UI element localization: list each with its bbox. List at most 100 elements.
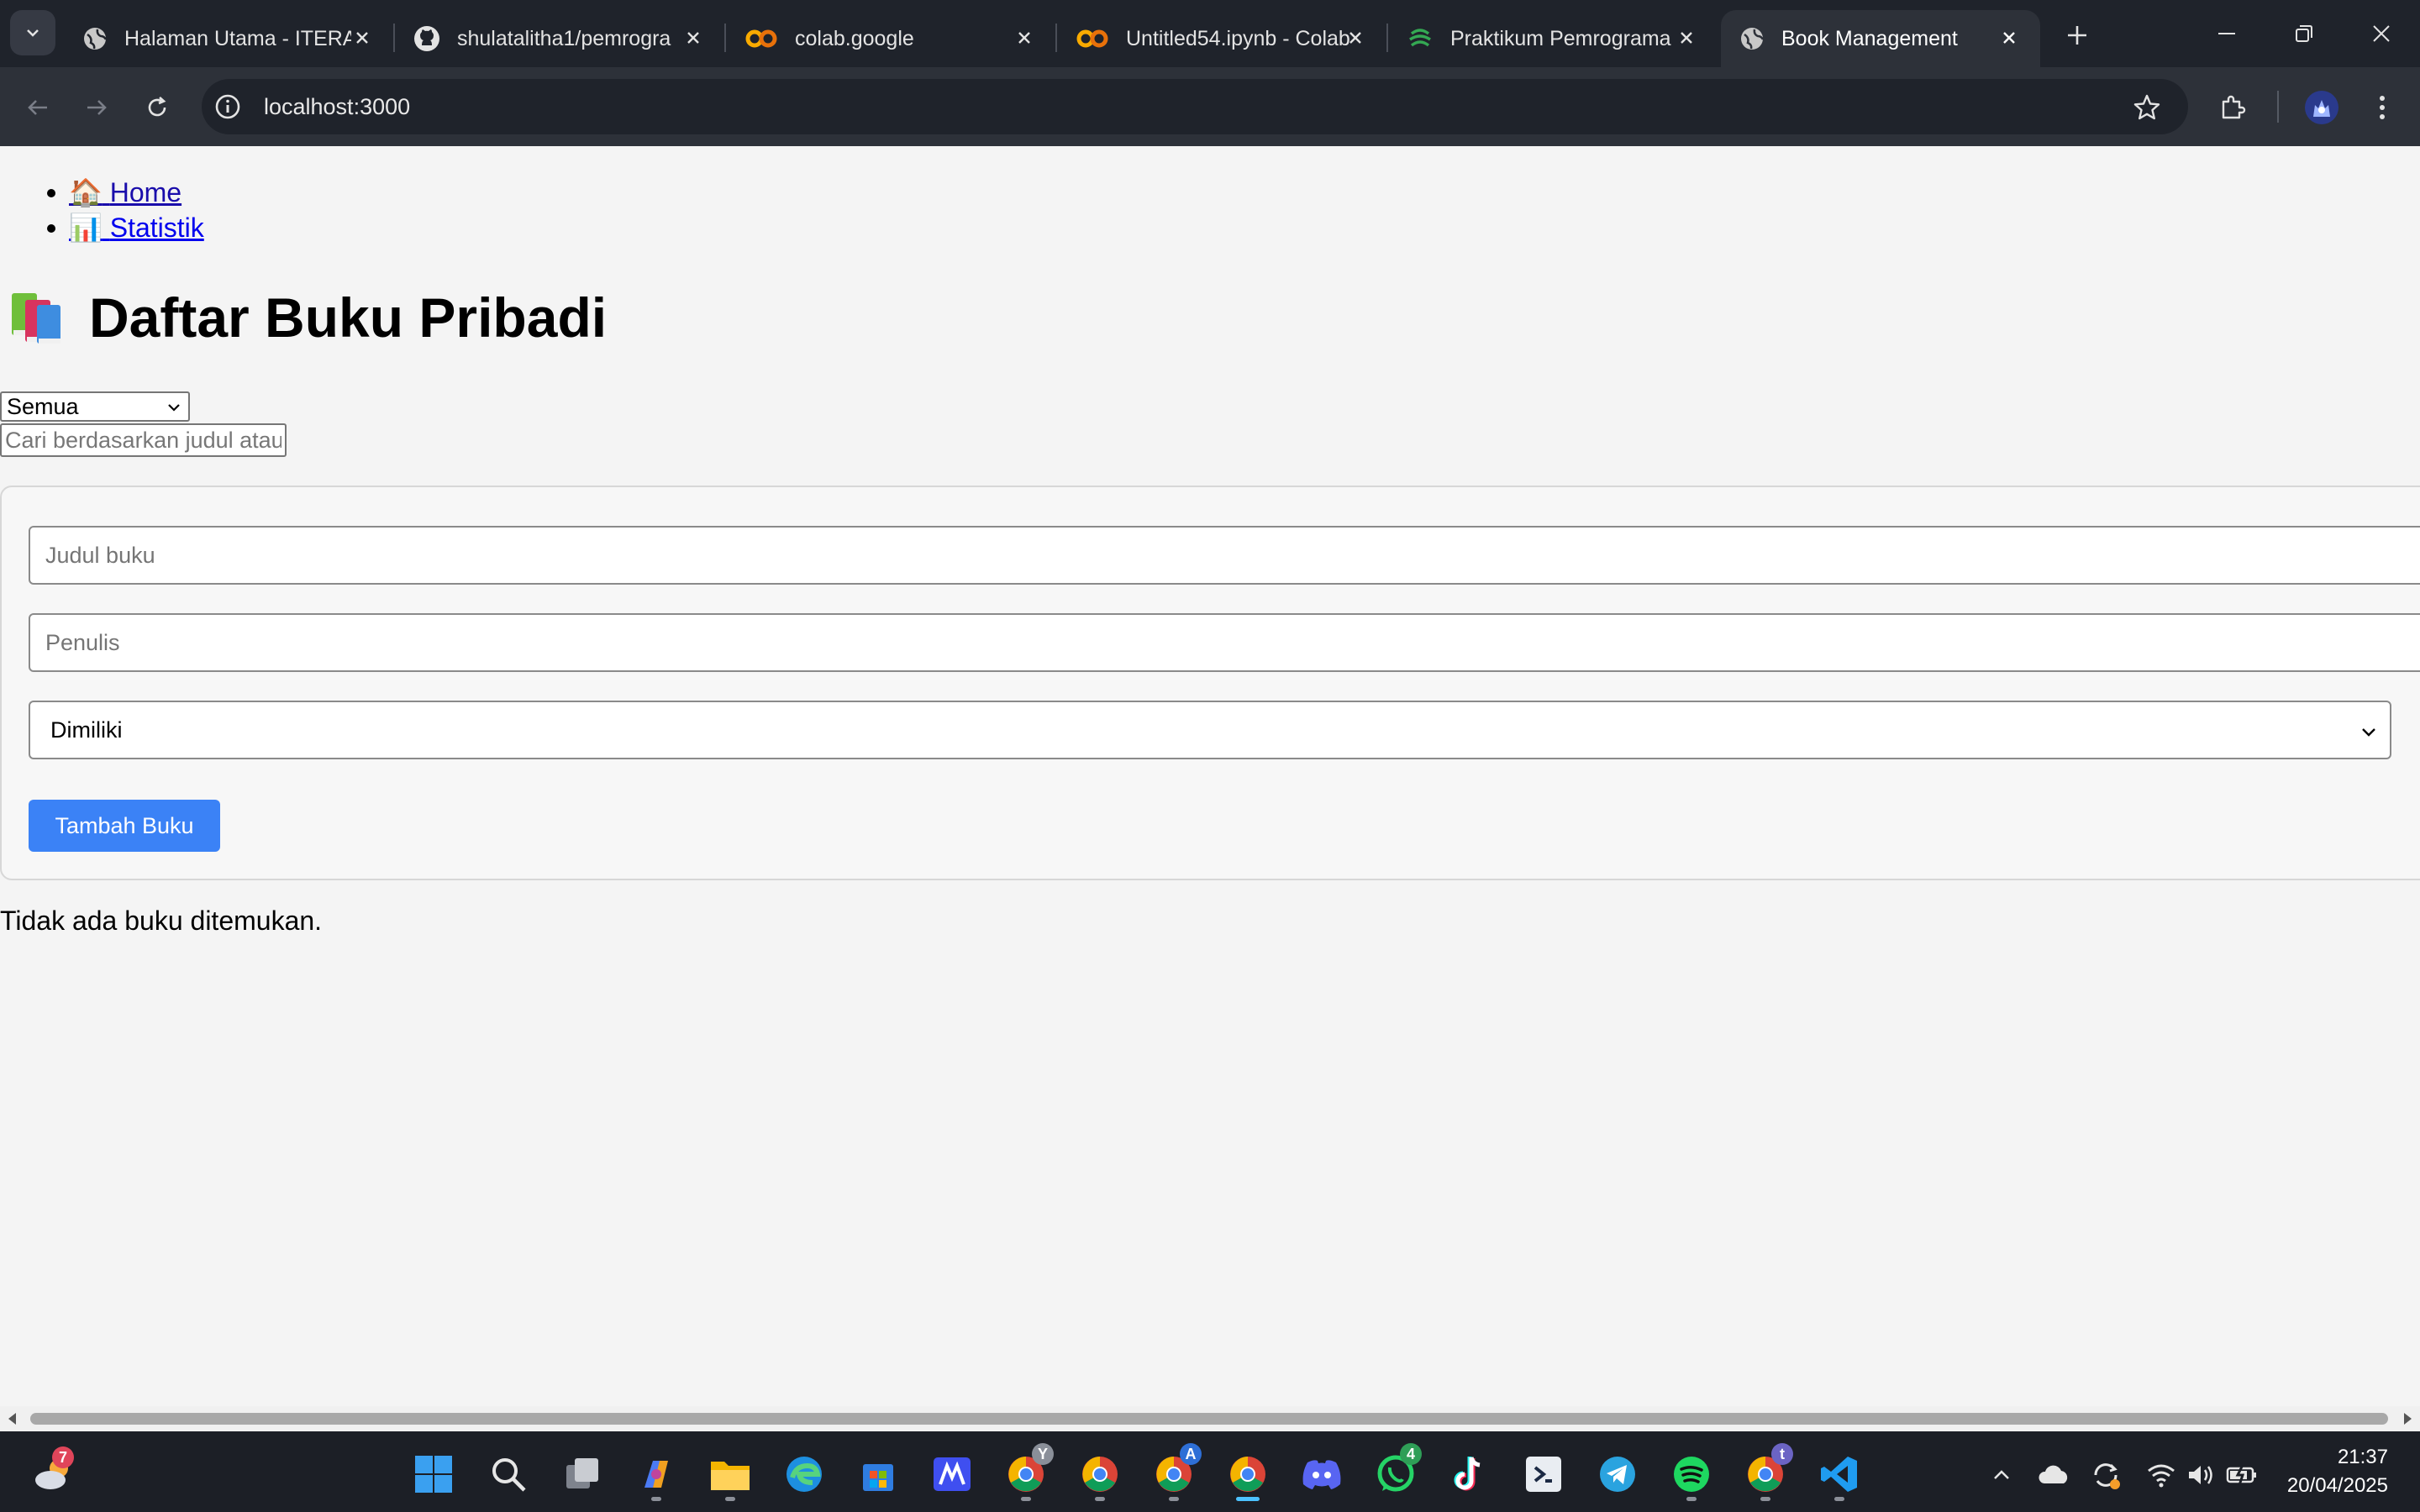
file-explorer-app[interactable] — [708, 1452, 753, 1497]
search-icon — [492, 1458, 526, 1492]
status-filter-select[interactable]: Semua — [0, 391, 190, 422]
close-tab-icon[interactable] — [1674, 25, 1699, 50]
telegram-app[interactable] — [1595, 1452, 1640, 1497]
chrome-icon — [1230, 1457, 1265, 1492]
add-book-button[interactable]: Tambah Buku — [29, 800, 220, 852]
close-tab-icon[interactable] — [1012, 25, 1037, 50]
page-title: Daftar Buku Pribadi — [89, 286, 608, 349]
chart-icon: 📊 — [69, 213, 103, 243]
running-indicator — [1169, 1497, 1179, 1501]
new-tab-button[interactable] — [2057, 15, 2097, 55]
browser-tab-5[interactable]: Praktikum Pemrograma — [1388, 10, 1718, 67]
wifi-tray[interactable] — [2144, 1458, 2178, 1492]
close-window-button[interactable] — [2348, 8, 2415, 59]
ownership-status-select[interactable]: Dimiliki — [29, 701, 2391, 759]
close-tab-icon[interactable] — [1996, 25, 2022, 50]
edge-icon — [786, 1457, 822, 1492]
reload-button[interactable] — [136, 87, 178, 129]
status-filter-value: Semua — [7, 394, 79, 419]
running-indicator — [651, 1497, 661, 1501]
home-link[interactable]: 🏠 Home — [69, 177, 182, 207]
book-author-field[interactable] — [29, 613, 2420, 672]
forward-button[interactable] — [76, 87, 118, 129]
tab-title: Untitled54.ipynb - Colab — [1126, 26, 1350, 50]
statistik-link-label: Statistik — [109, 213, 204, 243]
discord-app[interactable] — [1299, 1452, 1344, 1497]
copilot-icon — [644, 1461, 668, 1488]
nav-item-statistik: 📊 Statistik — [0, 210, 204, 245]
browser-tab-6-active[interactable]: Book Management — [1721, 10, 2040, 67]
tiktok-icon — [1454, 1457, 1481, 1491]
edge-app[interactable] — [781, 1452, 827, 1497]
url-text[interactable]: localhost:3000 — [264, 91, 410, 123]
scroll-left-icon[interactable] — [5, 1411, 20, 1426]
tab-search-button[interactable] — [10, 10, 55, 55]
tiktok-app[interactable] — [1447, 1452, 1492, 1497]
tab-title: Praktikum Pemrograma — [1450, 26, 1671, 50]
chrome-profile-2-app[interactable] — [1077, 1452, 1123, 1497]
browser-tab-1[interactable]: Halaman Utama - ITERA — [64, 10, 393, 67]
chevron-up-icon — [1994, 1470, 2009, 1479]
browser-tab-3[interactable]: colab.google — [726, 10, 1055, 67]
spiral-icon — [1409, 29, 1431, 47]
tab-title: shulatalitha1/pemrogra — [457, 26, 671, 50]
site-info-icon[interactable] — [212, 91, 244, 123]
running-indicator — [1686, 1497, 1697, 1501]
bookmark-star-button[interactable] — [2126, 87, 2168, 129]
github-icon — [414, 26, 439, 51]
task-view-button[interactable] — [560, 1452, 605, 1497]
plus-icon — [2068, 26, 2086, 45]
back-button[interactable] — [17, 87, 59, 129]
restore-button[interactable] — [2270, 8, 2338, 59]
system-clock[interactable]: 21:37 20/04/2025 — [2287, 1443, 2388, 1500]
terminal-icon — [1526, 1457, 1561, 1492]
battery-tray[interactable] — [2225, 1458, 2259, 1492]
scrollbar-thumb[interactable] — [30, 1413, 2388, 1425]
minimize-button[interactable] — [2193, 8, 2260, 59]
spotify-icon — [1674, 1457, 1709, 1492]
weather-badge: 7 — [52, 1446, 74, 1468]
statistik-link[interactable]: 📊 Statistik — [69, 213, 204, 243]
volume-tray[interactable] — [2185, 1458, 2218, 1492]
onedrive-tray[interactable] — [2037, 1458, 2070, 1492]
extensions-button[interactable] — [2212, 87, 2254, 129]
colab-icon — [745, 29, 777, 48]
close-tab-icon[interactable] — [1343, 25, 1368, 50]
restore-icon — [2296, 25, 2312, 42]
scroll-right-icon[interactable] — [2400, 1411, 2415, 1426]
close-tab-icon[interactable] — [350, 25, 375, 50]
browser-tab-strip: Halaman Utama - ITERA shulatalitha1/pemr… — [0, 0, 2420, 67]
taskbar-search-button[interactable] — [486, 1452, 531, 1497]
active-indicator — [1236, 1497, 1260, 1501]
running-indicator — [1021, 1497, 1031, 1501]
globe-icon — [1741, 28, 1765, 50]
copilot-app[interactable] — [634, 1452, 679, 1497]
vscode-app[interactable] — [1817, 1452, 1862, 1497]
nav-item-home: 🏠 Home — [0, 175, 204, 210]
reload-icon — [148, 97, 166, 117]
profile-avatar-button[interactable] — [2301, 87, 2343, 129]
battery-icon — [2226, 1464, 2256, 1486]
search-input[interactable] — [0, 423, 287, 457]
home-icon: 🏠 — [69, 177, 103, 207]
book-title-field[interactable] — [29, 526, 2420, 585]
mathpix-app[interactable] — [929, 1452, 975, 1497]
cloud-icon — [2039, 1465, 2068, 1483]
start-button[interactable] — [411, 1452, 456, 1497]
show-hidden-icons-button[interactable] — [1985, 1458, 2018, 1492]
task-view-icon — [566, 1458, 598, 1488]
close-tab-icon[interactable] — [681, 25, 706, 50]
browser-menu-button[interactable] — [2361, 87, 2403, 129]
nav-menu: 🏠 Home 📊 Statistik — [0, 175, 204, 245]
arrow-left-icon — [28, 100, 47, 115]
update-tray[interactable] — [2089, 1458, 2123, 1492]
browser-tab-4[interactable]: Untitled54.ipynb - Colab — [1057, 10, 1386, 67]
chrome-active-app[interactable] — [1225, 1452, 1270, 1497]
horizontal-scrollbar[interactable] — [0, 1406, 2420, 1431]
chevron-down-icon — [168, 404, 180, 412]
browser-tab-2[interactable]: shulatalitha1/pemrogra — [395, 10, 724, 67]
terminal-app[interactable] — [1521, 1452, 1566, 1497]
spotify-app[interactable] — [1669, 1452, 1714, 1497]
address-bar[interactable] — [202, 79, 2188, 134]
microsoft-store-app[interactable] — [855, 1452, 901, 1497]
